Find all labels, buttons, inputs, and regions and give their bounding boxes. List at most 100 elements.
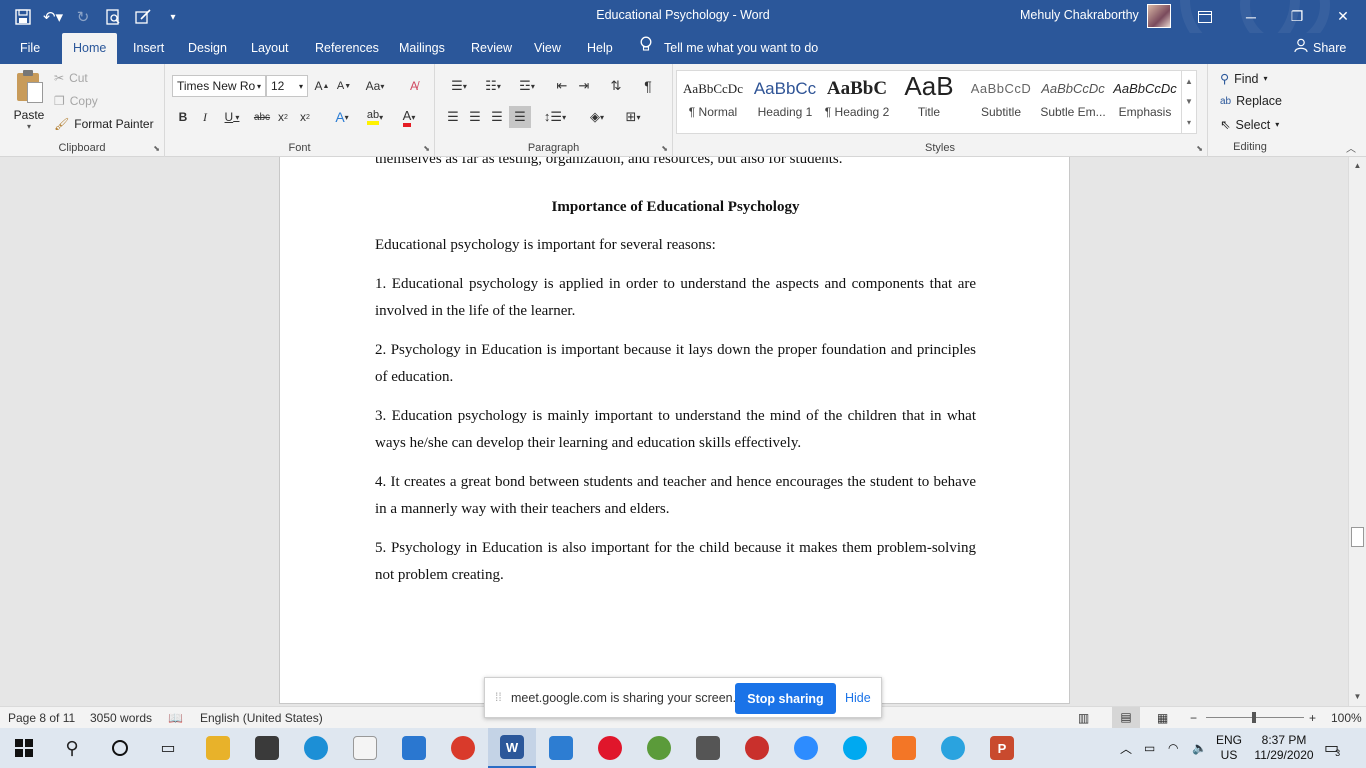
style-subtitle[interactable]: AaBbCcD Subtitle — [965, 71, 1037, 133]
font-name-combo[interactable]: Times New Ro ▾ — [172, 75, 266, 97]
decrease-indent-icon[interactable]: ⇤ — [553, 75, 571, 97]
volume-icon[interactable]: 🔈 — [1192, 728, 1207, 768]
numbering-icon[interactable]: ☷ ▾ — [479, 75, 507, 97]
taskbar-app-mail[interactable] — [390, 728, 438, 768]
tell-me-search[interactable]: Tell me what you want to do — [640, 33, 818, 64]
taskbar-app-media[interactable] — [733, 728, 781, 768]
line-spacing-icon[interactable]: ↕☰ ▾ — [541, 106, 569, 128]
word-count[interactable]: 3050 words — [90, 711, 152, 725]
styles-launcher-icon[interactable]: ⬊ — [1196, 144, 1203, 153]
tab-mailings[interactable]: Mailings — [388, 33, 456, 64]
tab-file[interactable]: File — [9, 33, 51, 64]
taskbar-app-opera[interactable] — [586, 728, 634, 768]
language[interactable]: English (United States) — [200, 711, 323, 725]
read-mode-icon[interactable]: ▥ — [1078, 711, 1089, 725]
clipboard-launcher-icon[interactable]: ⬊ — [153, 144, 160, 153]
scroll-down-icon[interactable]: ▼ — [1349, 692, 1366, 701]
taskbar-app-zoom[interactable] — [782, 728, 830, 768]
clock[interactable]: 8:37 PM 11/29/2020 — [1252, 728, 1316, 768]
zoom-out-icon[interactable]: − — [1190, 711, 1197, 725]
web-layout-icon[interactable]: ▦ — [1157, 711, 1168, 725]
redo-icon[interactable]: ↻ — [70, 4, 96, 30]
taskbar-app-store[interactable] — [243, 728, 291, 768]
zoom-level[interactable]: 100% — [1331, 711, 1362, 725]
font-size-combo[interactable]: 12 ▾ — [266, 75, 308, 97]
tab-layout[interactable]: Layout — [240, 33, 300, 64]
grow-font-icon[interactable]: A ▲ — [313, 75, 331, 97]
replace-button[interactable]: ab Replace — [1220, 94, 1282, 108]
tab-references[interactable]: References — [304, 33, 390, 64]
style-emphasis[interactable]: AaBbCcDc Emphasis — [1109, 71, 1181, 133]
find-button[interactable]: ⚲ Find ▾ — [1220, 71, 1268, 87]
clear-formatting-icon[interactable]: A̸ — [405, 75, 423, 97]
shading-icon[interactable]: ◈ ▾ — [583, 106, 611, 128]
drag-handle-icon[interactable]: ⁞⁞ — [495, 690, 502, 704]
avatar[interactable] — [1147, 4, 1171, 28]
show-marks-icon[interactable]: ¶ — [639, 75, 657, 97]
paste-dropdown-icon[interactable]: ▾ — [8, 122, 50, 131]
input-language[interactable]: ENG US — [1216, 728, 1242, 768]
underline-icon[interactable]: U ▾ — [219, 106, 245, 128]
print-preview-icon[interactable] — [100, 4, 126, 30]
cut-button[interactable]: ✂ Cut — [54, 71, 88, 85]
style-heading-1[interactable]: AaBbCc Heading 1 — [749, 71, 821, 133]
text-effects-icon[interactable]: A ▾ — [329, 106, 355, 128]
style-title[interactable]: AaB Title — [893, 71, 965, 133]
proofing-icon[interactable]: 📖 — [168, 711, 183, 725]
print-layout-icon[interactable]: ▤ — [1112, 707, 1140, 728]
chevron-down-icon[interactable]: ▼ — [1185, 97, 1193, 106]
search-icon[interactable]: ⚲ — [48, 728, 96, 768]
borders-icon[interactable]: ⊞ ▾ — [619, 106, 647, 128]
document-page[interactable]: themselves as far as testing, organizati… — [279, 157, 1070, 704]
user-name[interactable]: Mehuly Chakraborthy — [1020, 8, 1139, 22]
stop-sharing-button[interactable]: Stop sharing — [735, 683, 836, 714]
font-launcher-icon[interactable]: ⬊ — [423, 144, 430, 153]
shrink-font-icon[interactable]: A ▼ — [335, 75, 353, 97]
copy-button[interactable]: ❐ Copy — [54, 94, 98, 108]
taskbar-app-gear[interactable] — [684, 728, 732, 768]
select-button[interactable]: ⇖ Select ▾ — [1220, 117, 1279, 133]
zoom-slider-thumb[interactable] — [1252, 712, 1256, 723]
undo-icon[interactable]: ↶▾ — [40, 4, 66, 30]
tab-help[interactable]: Help — [576, 33, 624, 64]
customize-qat-icon[interactable]: ▾ — [160, 4, 186, 30]
share-button[interactable]: Share — [1294, 33, 1346, 64]
hide-button[interactable]: Hide — [845, 691, 871, 705]
ribbon-display-icon[interactable] — [1182, 0, 1228, 33]
taskbar-app-jupyter[interactable] — [880, 728, 928, 768]
collapse-ribbon-icon[interactable]: ︿ — [1346, 140, 1356, 155]
zoom-in-icon[interactable]: + — [1309, 711, 1316, 725]
notifications-icon[interactable]: ▭ 3 — [1324, 728, 1340, 768]
align-left-icon[interactable]: ☰ — [444, 106, 462, 128]
tab-home[interactable]: Home — [62, 33, 118, 64]
styles-scroll[interactable]: ▲ ▼ ▾ — [1181, 71, 1196, 133]
paste-button[interactable]: Paste ▾ — [8, 70, 50, 131]
italic-icon[interactable]: I — [197, 106, 213, 128]
show-hidden-icons[interactable]: ︿ — [1120, 728, 1132, 768]
scroll-thumb[interactable] — [1351, 527, 1364, 547]
draw-icon[interactable] — [130, 4, 156, 30]
windows-start-icon[interactable] — [0, 728, 48, 768]
subscript-icon[interactable]: x2 — [275, 106, 291, 128]
superscript-icon[interactable]: x2 — [297, 106, 313, 128]
taskbar-app-skype[interactable] — [831, 728, 879, 768]
close-icon[interactable]: ✕ — [1320, 0, 1366, 33]
wifi-icon[interactable]: ◠ — [1168, 728, 1178, 768]
align-right-icon[interactable]: ☰ — [488, 106, 506, 128]
minimize-icon[interactable]: ─ — [1228, 0, 1274, 33]
style-normal[interactable]: AaBbCcDc ¶ Normal — [677, 71, 749, 133]
taskbar-app-control-panel[interactable] — [537, 728, 585, 768]
taskbar-app-telegram[interactable] — [929, 728, 977, 768]
zoom-slider[interactable] — [1206, 712, 1304, 723]
taskbar-app-folder[interactable] — [194, 728, 242, 768]
font-color-icon[interactable]: A ▾ — [395, 106, 423, 128]
justify-icon[interactable]: ☰ — [509, 106, 531, 128]
paragraph-launcher-icon[interactable]: ⬊ — [661, 144, 668, 153]
task-view-icon[interactable]: ▭ — [144, 728, 192, 768]
highlight-icon[interactable]: ab ▾ — [361, 106, 389, 128]
taskbar-app-powerpoint[interactable]: P — [978, 728, 1026, 768]
align-center-icon[interactable]: ☰ — [466, 106, 484, 128]
chevron-up-icon[interactable]: ▲ — [1185, 77, 1193, 86]
style-heading-2[interactable]: AaBbC ¶ Heading 2 — [821, 71, 893, 133]
style-subtle-emphasis[interactable]: AaBbCcDc Subtle Em... — [1037, 71, 1109, 133]
